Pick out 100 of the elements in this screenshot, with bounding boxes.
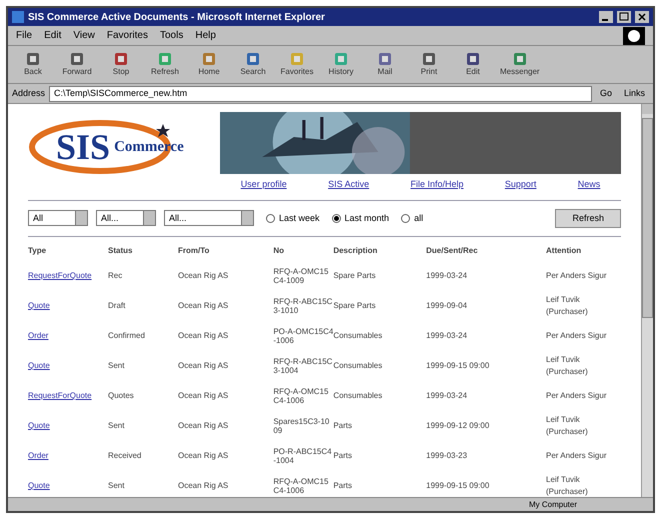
toolbar-button[interactable]: Back <box>16 52 50 78</box>
toolbar-button[interactable]: Home <box>192 52 226 78</box>
nav-link[interactable]: News <box>578 178 600 192</box>
table-cell-text: Parts <box>333 480 353 492</box>
type-link[interactable]: Quote <box>28 361 50 370</box>
table-cell: Ocean Rig AS <box>178 261 274 291</box>
type-link[interactable]: Quote <box>28 421 50 430</box>
column-header: Status <box>108 245 134 257</box>
table-cell-text: Per Anders Sigur <box>546 390 608 402</box>
type-link[interactable]: Order <box>28 451 48 460</box>
table-cell-text: Per Anders Sigur <box>546 450 608 462</box>
column-header: No <box>273 245 334 261</box>
table-cell: Ocean Rig AS <box>178 411 274 441</box>
table-cell-text: PO-R-ABC15C4-1004 <box>273 446 333 467</box>
type-link[interactable]: RequestForQuote <box>28 391 92 400</box>
table-cell: Ocean Rig AS <box>178 351 274 381</box>
menu-item[interactable]: Help <box>195 28 216 43</box>
table-cell: Ocean Rig AS <box>178 441 274 471</box>
toolbar-button[interactable]: Search <box>236 52 270 78</box>
toolbar-icon <box>333 52 349 66</box>
radio-button[interactable] <box>266 214 275 223</box>
toolbar-button[interactable]: Refresh <box>148 52 182 78</box>
nav-link[interactable]: File Info/Help <box>410 178 464 192</box>
radio-button[interactable] <box>401 214 410 223</box>
refresh-button[interactable]: Refresh <box>555 208 621 228</box>
table-cell-text: Spare Parts <box>333 270 377 282</box>
table-cell-text: RFQ-R-ABC15C3-1004 <box>273 356 334 377</box>
throbber-logo-icon <box>623 26 645 44</box>
toolbar-button[interactable]: Mail <box>368 52 402 78</box>
toolbar-button[interactable]: Stop <box>104 52 138 78</box>
nav-link[interactable]: Support <box>504 178 536 192</box>
toolbar-icon <box>421 52 437 66</box>
nav-link[interactable]: SIS Active <box>328 178 370 192</box>
table-cell: RFQ-A-OMC15C4-1006 <box>273 381 334 411</box>
type-link[interactable]: RequestForQuote <box>28 271 92 280</box>
column-header: Due/Sent/Rec <box>426 245 546 261</box>
toolbar-button[interactable]: Forward <box>60 52 94 78</box>
menu-item[interactable]: Edit <box>44 28 62 43</box>
table-cell: Draft <box>108 291 178 321</box>
table-cell-text: PO-A-OMC15C4-1006 <box>273 326 334 347</box>
table-cell: Ocean Rig AS <box>178 291 274 321</box>
table-cell-text: Leif Tuvik (Purchaser) <box>546 414 589 438</box>
table-cell-text: Per Anders Sigur <box>546 330 608 342</box>
toolbar-icon <box>465 52 481 66</box>
table-cell-text: Leif Tuvik (Purchaser) <box>546 474 589 497</box>
table-cell: Received <box>108 441 178 471</box>
table-cell: Ocean Rig AS <box>178 471 274 497</box>
status-zone: My Computer <box>529 498 578 510</box>
table-cell: Rec <box>108 261 178 291</box>
menu-item[interactable]: Tools <box>160 28 184 43</box>
scrollbar[interactable] <box>641 104 653 497</box>
toolbar-icon <box>245 52 261 66</box>
close-button[interactable] <box>635 11 649 23</box>
table-cell-text: 1999-03-24 <box>426 390 468 402</box>
type-link[interactable]: Order <box>28 331 48 340</box>
table-cell-text: 1999-03-24 <box>426 330 468 342</box>
table-cell-text: Consumables <box>333 390 384 402</box>
table-cell-text: RFQ-A-OMC15C4-1006 <box>273 476 330 497</box>
minimize-button[interactable] <box>599 11 613 23</box>
toolbar-icon <box>157 52 173 66</box>
toolbar-button[interactable]: Messenger <box>500 52 540 78</box>
table-cell: RFQ-A-OMC15C4-1009 <box>273 261 334 291</box>
table-cell-text: 1999-09-15 09:00 <box>426 480 490 492</box>
toolbar-button[interactable]: Favorites <box>280 52 314 78</box>
address-field[interactable]: C:\Temp\SISCommerce_new.htm <box>49 86 592 102</box>
menu-item[interactable]: Favorites <box>106 28 148 43</box>
table-cell: Sent <box>108 471 178 497</box>
table-cell-text: 1999-09-12 09:00 <box>426 420 490 432</box>
table-cell-text: 1999-09-04 <box>426 300 468 312</box>
table-cell: Quotes <box>108 381 178 411</box>
go-button[interactable]: Go <box>596 86 616 100</box>
column-header: From/To <box>178 245 274 261</box>
toolbar-button[interactable]: Print <box>412 52 446 78</box>
column-header: Type <box>28 245 108 261</box>
toolbar-button[interactable]: Edit <box>456 52 490 78</box>
column-header: Description <box>333 245 378 257</box>
toolbar-icon <box>512 52 528 66</box>
type-link[interactable]: Quote <box>28 301 50 310</box>
toolbar-button[interactable]: History <box>324 52 358 78</box>
menu-item[interactable]: File <box>16 28 32 43</box>
radio-button[interactable] <box>332 214 341 223</box>
table-cell-text: Spares15C3-1009 <box>273 416 330 437</box>
table-cell-text: Parts <box>333 450 353 462</box>
maximize-button[interactable] <box>617 11 631 23</box>
table-cell-text: 1999-03-24 <box>426 270 468 282</box>
table-cell-text: Leif Tuvik (Purchaser) <box>546 294 589 318</box>
toolbar-icon <box>69 52 85 66</box>
table-cell-text: 1999-03-23 <box>426 450 468 462</box>
toolbar-icon <box>289 52 305 66</box>
type-link[interactable]: Quote <box>28 481 50 490</box>
column-header: Attention <box>546 245 582 257</box>
nav-link[interactable]: User profile <box>240 178 287 192</box>
table-cell-text: RFQ-R-ABC15C3-1010 <box>273 296 334 317</box>
table-cell: Ocean Rig AS <box>178 381 274 411</box>
filter-select[interactable]: All... <box>96 210 156 226</box>
menu-item[interactable]: View <box>73 28 95 43</box>
links-button[interactable]: Links <box>620 86 649 100</box>
address-label: Address <box>12 86 46 100</box>
filter-select[interactable]: All <box>28 210 88 226</box>
filter-select[interactable]: All... <box>164 210 254 226</box>
